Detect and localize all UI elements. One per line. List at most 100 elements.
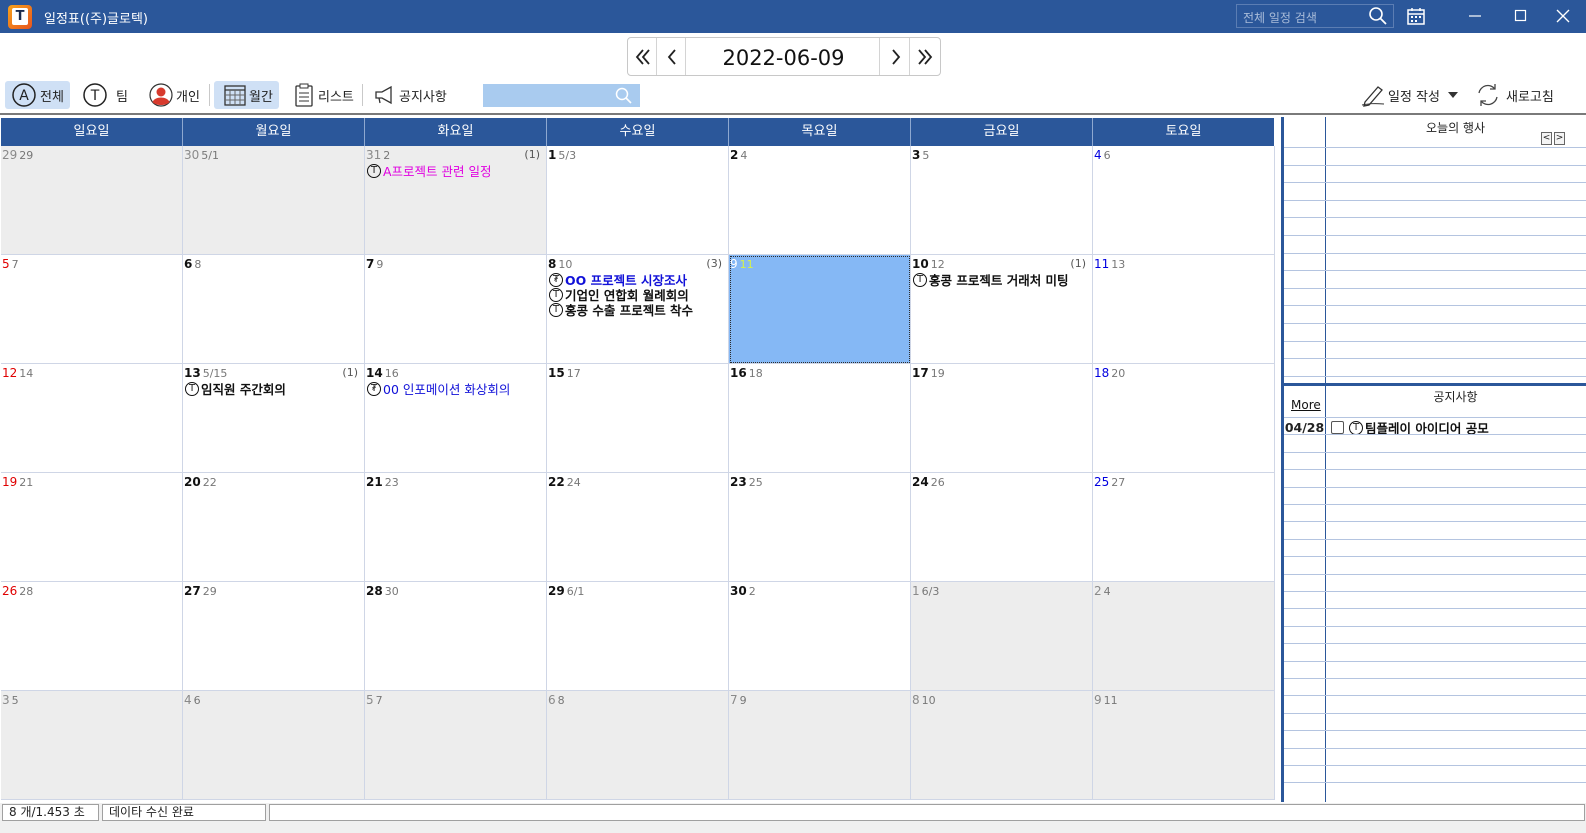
day-cell[interactable]: 68 <box>547 691 729 800</box>
lunar-date: 11 <box>1103 694 1118 707</box>
day-cell[interactable]: 31 2 (1) T A프로젝트 관련 일정 <box>365 146 547 255</box>
day-cell[interactable]: 35 <box>911 146 1093 255</box>
panel-row-line <box>1284 375 1586 377</box>
calendar-event[interactable]: T 홍콩 수출 프로젝트 착수 <box>549 302 726 318</box>
write-schedule-label: 일정 작성 <box>1388 89 1440 105</box>
solar-date: 18 <box>1094 366 1110 380</box>
day-number: 31 2 <box>366 148 390 162</box>
filter-team-button[interactable]: T 팀 <box>80 81 130 109</box>
lunar-date: 28 <box>19 585 34 598</box>
day-cell[interactable]: 30 5/1 <box>183 146 365 255</box>
day-number: 29 6/1 <box>548 584 584 598</box>
panel-row-line <box>1284 504 1586 505</box>
day-cell-today[interactable]: 9 11 <box>729 255 911 364</box>
filter-personal-button[interactable]: 개인 <box>146 81 204 109</box>
day-cell[interactable]: 11 13 <box>1093 255 1275 364</box>
solar-date: 22 <box>548 475 565 489</box>
lunar-date: 13 <box>1111 258 1126 271</box>
search-icon[interactable] <box>1368 6 1388 26</box>
maximize-button[interactable] <box>1498 0 1544 33</box>
day-number: 1 5/3 <box>548 148 576 162</box>
lunar-date: 9 <box>739 694 747 707</box>
lunar-date: 5 <box>922 149 930 162</box>
day-cell[interactable]: 22 24 <box>547 473 729 582</box>
prev-month-button[interactable] <box>628 38 657 75</box>
day-cell[interactable]: 13 5/15 (1) T 임직원 주간회의 <box>183 364 365 473</box>
calendar-event[interactable]: T 임직원 주간회의 <box>185 381 362 397</box>
refresh-button[interactable]: 새로고침 <box>1474 81 1558 109</box>
calendar-event[interactable]: ₮ 00 인포메이션 화상회의 <box>367 381 544 397</box>
view-list-button[interactable]: 리스트 <box>290 81 356 109</box>
day-cell[interactable]: 24 <box>729 146 911 255</box>
day-number: 79 <box>366 257 383 271</box>
day-cell[interactable]: 29 6/1 <box>547 582 729 691</box>
day-number: 26 28 <box>2 584 33 598</box>
prev-day-button[interactable] <box>657 38 686 75</box>
more-link[interactable]: More <box>1291 398 1321 412</box>
weekday-header-cell: 수요일 <box>547 118 729 146</box>
day-cell[interactable]: 46 <box>1093 146 1275 255</box>
day-cell[interactable]: 35 <box>1 691 183 800</box>
day-cell[interactable]: 19 21 <box>1 473 183 582</box>
today-events-panel: 오늘의 행사 < > <box>1284 117 1586 383</box>
day-cell[interactable]: 68 <box>183 255 365 364</box>
prev-page-button[interactable]: < <box>1541 132 1552 145</box>
lunar-date: 2 <box>748 585 756 598</box>
next-day-button[interactable] <box>881 38 910 75</box>
day-cell[interactable]: 27 29 <box>183 582 365 691</box>
weekday-header-cell: 화요일 <box>365 118 547 146</box>
search-icon[interactable] <box>614 87 634 105</box>
write-schedule-button[interactable]: 일정 작성 <box>1360 81 1460 109</box>
next-month-button[interactable] <box>910 38 939 75</box>
day-cell[interactable]: 25 27 <box>1093 473 1275 582</box>
event-title: A프로젝트 관련 일정 <box>383 164 492 179</box>
current-date[interactable]: 2022-06-09 <box>688 38 880 75</box>
next-page-button[interactable]: > <box>1554 132 1565 145</box>
pen-write-icon <box>1361 86 1385 107</box>
day-number: 23 25 <box>730 475 763 489</box>
day-cell[interactable]: 14 16 ₮ 00 인포메이션 화상회의 <box>365 364 547 473</box>
day-cell[interactable]: 24 <box>1093 582 1275 691</box>
calendar-event[interactable]: T 홍콩 프로젝트 거래처 미팅 <box>913 272 1090 288</box>
day-cell[interactable]: 46 <box>183 691 365 800</box>
day-cell[interactable]: 15 17 <box>547 364 729 473</box>
day-cell[interactable]: 18 20 <box>1093 364 1275 473</box>
day-cell[interactable]: 79 <box>729 691 911 800</box>
day-cell[interactable]: 16 18 <box>729 364 911 473</box>
day-cell[interactable]: 20 22 <box>183 473 365 582</box>
calendar-event[interactable]: T A프로젝트 관련 일정 <box>367 163 544 179</box>
day-cell[interactable]: 21 23 <box>365 473 547 582</box>
day-cell[interactable]: 23 25 <box>729 473 911 582</box>
notice-date: 04/28 <box>1284 420 1325 435</box>
day-cell[interactable]: 57 <box>1 255 183 364</box>
notice-button[interactable]: 공지사항 <box>371 81 456 109</box>
day-cell[interactable]: 8 10 (3) ₮ OO 프로젝트 시장조사 T 기업인 연합회 월례회의 T 홍콩 수출 프… <box>547 255 729 364</box>
day-cell[interactable]: 1 5/3 <box>547 146 729 255</box>
notice-checkbox[interactable] <box>1331 421 1344 434</box>
filter-all-button[interactable]: A 전체 <box>5 81 70 109</box>
view-monthly-button[interactable]: 월간 <box>214 81 279 109</box>
day-cell[interactable]: 10 12 (1) T 홍콩 프로젝트 거래처 미팅 <box>911 255 1093 364</box>
day-cell[interactable]: 26 28 <box>1 582 183 691</box>
day-cell[interactable]: 12 14 <box>1 364 183 473</box>
day-cell[interactable]: 29 29 <box>1 146 183 255</box>
calendar-grid: 29 29 30 5/1 31 2 (1) T A프로젝트 관련 일정 1 5/3 2 4 3 5 4 6 5 7 6… <box>1 146 1275 802</box>
day-cell[interactable]: 28 30 <box>365 582 547 691</box>
day-cell[interactable]: 79 <box>365 255 547 364</box>
calendar-icon[interactable] <box>1406 6 1426 26</box>
solar-date: 24 <box>912 475 929 489</box>
close-button[interactable] <box>1540 0 1586 33</box>
solar-date: 4 <box>184 693 192 707</box>
day-cell[interactable]: 57 <box>365 691 547 800</box>
minimize-button[interactable] <box>1452 0 1498 33</box>
day-cell[interactable]: 1 6/3 <box>911 582 1093 691</box>
toolbar-separator <box>209 84 210 106</box>
solar-date: 4 <box>1094 148 1102 162</box>
team-badge-icon: T <box>367 163 381 178</box>
solar-date: 10 <box>912 257 929 271</box>
day-cell[interactable]: 9 11 <box>1093 691 1275 800</box>
day-cell[interactable]: 17 19 <box>911 364 1093 473</box>
day-cell[interactable]: 24 26 <box>911 473 1093 582</box>
day-cell[interactable]: 30 2 <box>729 582 911 691</box>
day-cell[interactable]: 8 10 <box>911 691 1093 800</box>
